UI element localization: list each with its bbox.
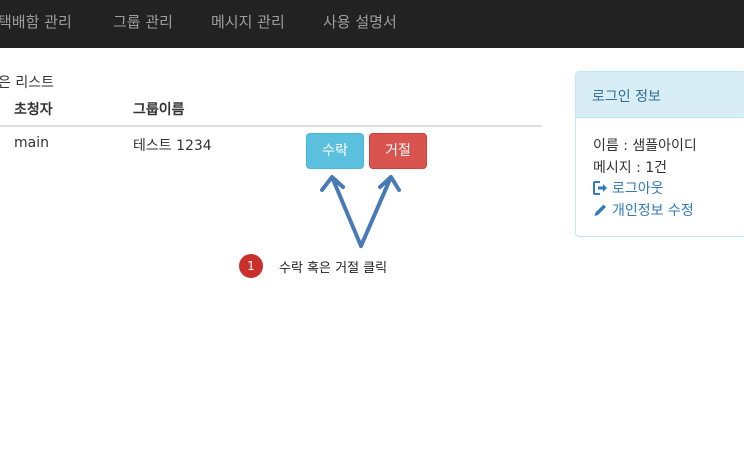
edit-profile-label: 개인정보 수정 — [612, 203, 694, 219]
arrow-to-accept — [320, 175, 363, 248]
logout-icon — [593, 181, 607, 195]
panel-heading: 로그인 정보 — [576, 72, 744, 118]
logout-link[interactable]: 로그아웃 — [593, 178, 664, 198]
edit-profile-link[interactable]: 개인정보 수정 — [593, 200, 694, 220]
logout-label: 로그아웃 — [612, 181, 664, 197]
login-info-panel: 로그인 정보 이름 : 샘플아이디 메시지 : 1건 로그아웃 개인정보 수정 — [575, 71, 744, 237]
step-number-badge: 1 — [239, 254, 263, 278]
pencil-icon — [594, 204, 606, 216]
arrow-to-reject — [359, 175, 401, 248]
user-name: 이름 : 샘플아이디 — [593, 138, 697, 154]
step-instruction: 수락 혹은 거절 클릭 — [279, 261, 388, 276]
message-count: 메시지 : 1건 — [593, 160, 668, 176]
panel-title: 로그인 정보 — [592, 89, 661, 105]
